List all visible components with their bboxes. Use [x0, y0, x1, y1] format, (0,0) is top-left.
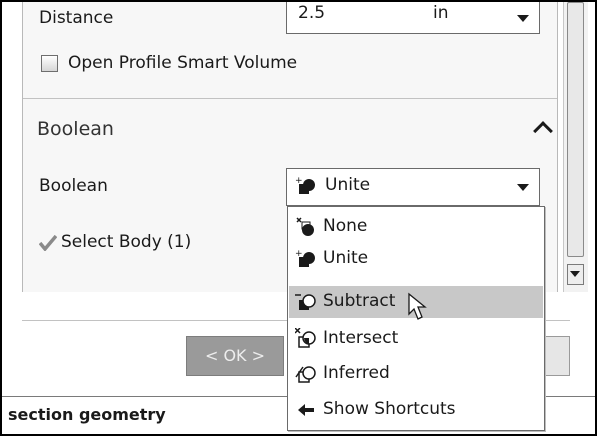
dropdown-item-label: Inferred [323, 363, 390, 383]
boolean-inferred-icon [295, 366, 316, 383]
checkmark-icon [39, 235, 57, 251]
boolean-intersect-icon [295, 328, 316, 348]
boolean-unite-icon: + [295, 176, 315, 194]
mouse-cursor-icon [408, 292, 427, 320]
show-shortcuts-icon [298, 404, 314, 416]
open-profile-label: Open Profile Smart Volume [68, 53, 298, 73]
dropdown-item-label: None [323, 216, 368, 236]
dropdown-item-none[interactable]: None [289, 211, 543, 243]
scroll-thumb[interactable] [567, 2, 584, 257]
boolean-label: Boolean [39, 176, 108, 196]
distance-field[interactable]: 2.5 in [286, 2, 540, 34]
distance-value: 2.5 [298, 3, 326, 23]
dropdown-item-unite[interactable]: + Unite [289, 243, 543, 275]
status-text: section geometry [8, 405, 166, 424]
dropdown-item-label: Subtract [323, 291, 396, 311]
dropdown-item-label: Unite [323, 248, 369, 268]
dropdown-item-inferred[interactable]: Inferred [289, 358, 543, 390]
select-body-label[interactable]: Select Body (1) [61, 232, 191, 252]
chevron-down-icon [570, 271, 580, 277]
dropdown-item-show-shortcuts[interactable]: Show Shortcuts [289, 394, 543, 426]
dropdown-item-label: Intersect [323, 328, 399, 348]
boolean-subtract-icon [295, 294, 316, 310]
boolean-selected-value: Unite [325, 175, 371, 195]
dropdown-item-intersect[interactable]: Intersect [289, 323, 543, 355]
dropdown-item-label: Show Shortcuts [323, 399, 456, 419]
distance-label: Distance [39, 8, 114, 28]
distance-unit: in [433, 3, 449, 23]
section-divider [23, 98, 557, 99]
chevron-down-icon[interactable] [517, 15, 529, 22]
chevron-down-icon[interactable] [517, 184, 529, 191]
boolean-section-title: Boolean [37, 118, 114, 140]
boolean-select[interactable]: + Unite [286, 168, 540, 206]
dropdown-item-subtract[interactable]: Subtract [289, 286, 543, 320]
open-profile-checkbox[interactable] [41, 55, 58, 72]
vertical-scrollbar[interactable] [563, 2, 588, 292]
boolean-unite-icon: + [295, 249, 315, 267]
chevron-up-icon[interactable] [533, 121, 553, 141]
scroll-down-button[interactable] [567, 264, 584, 285]
ok-button[interactable]: < OK > [186, 336, 284, 376]
boolean-none-icon [296, 217, 314, 236]
dialog-frame: Distance 2.5 in Open Profile Smart Volum… [0, 0, 597, 436]
boolean-dropdown-list[interactable]: None + Unite Subtract Intersect Inferred… [287, 206, 545, 431]
